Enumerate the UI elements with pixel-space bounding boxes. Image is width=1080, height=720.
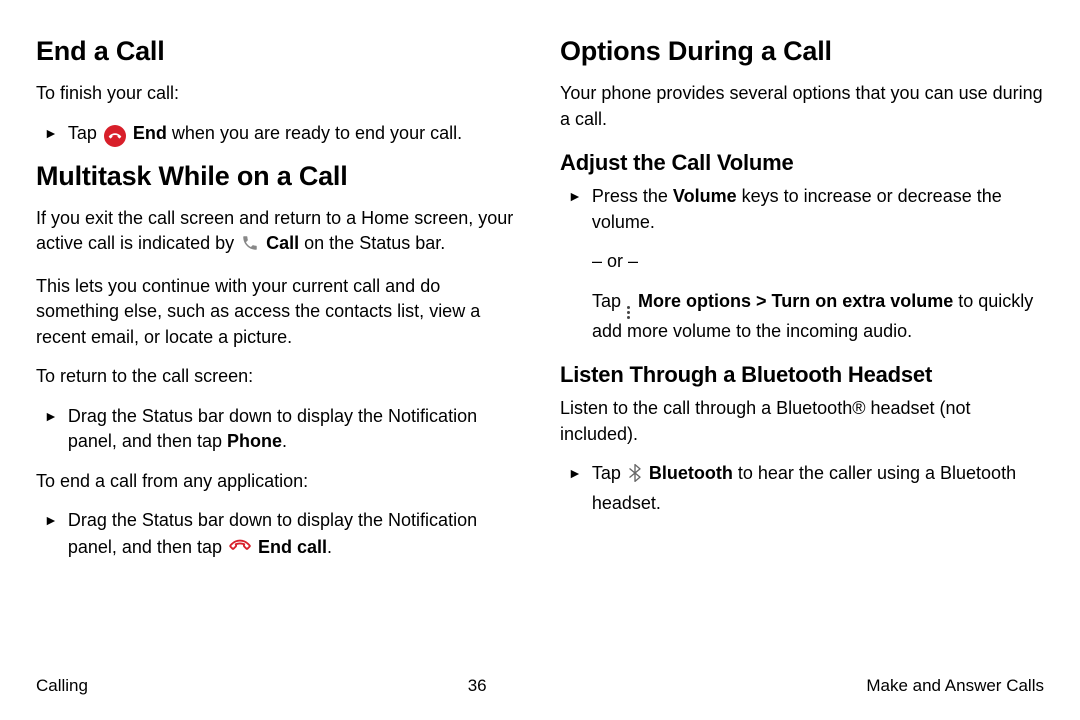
text: when you are ready to end your call. <box>167 123 462 143</box>
heading-end-a-call: End a Call <box>36 36 520 67</box>
text: . <box>282 431 287 451</box>
bullet-content: Tap End when you are ready to end your c… <box>68 121 520 147</box>
text-bluetooth-intro: Listen to the call through a Bluetooth® … <box>560 396 1044 447</box>
bullet-return: ► Drag the Status bar down to display th… <box>36 404 520 455</box>
bullet-volume-keys: ► Press the Volume keys to increase or d… <box>560 184 1044 235</box>
bullet-marker-icon: ► <box>44 404 58 455</box>
bullet-marker-icon: ► <box>568 461 582 516</box>
bullet-marker-icon: ► <box>44 508 58 563</box>
heading-bluetooth: Listen Through a Bluetooth Headset <box>560 362 1044 388</box>
footer-section: Calling <box>36 676 88 696</box>
text-multitask-2: This lets you continue with your current… <box>36 274 520 351</box>
bluetooth-icon <box>628 463 642 491</box>
text: Tap <box>68 123 102 143</box>
bullet-marker-icon: ► <box>568 184 582 235</box>
text: . <box>327 537 332 557</box>
heading-multitask: Multitask While on a Call <box>36 161 520 192</box>
text: on the Status bar. <box>299 233 445 253</box>
text-or: – or – <box>560 249 1044 275</box>
bullet-marker-icon: ► <box>44 121 58 147</box>
bullet-bluetooth: ► Tap Bluetooth to hear the caller using… <box>560 461 1044 516</box>
footer-page-number: 36 <box>468 676 487 696</box>
phone-icon <box>241 234 259 260</box>
text-bold: Volume <box>673 186 737 206</box>
bullet-content: Drag the Status bar down to display the … <box>68 508 520 563</box>
text-bold: More options > Turn on extra volume <box>638 291 953 311</box>
bullet-content: Tap Bluetooth to hear the caller using a… <box>592 461 1044 516</box>
end-call-outline-icon <box>229 534 251 564</box>
text-bold: Call <box>266 233 299 253</box>
text-finish-call: To finish your call: <box>36 81 520 107</box>
text: Tap <box>592 463 626 483</box>
bullet-tap-end: ► Tap End when you are ready to end your… <box>36 121 520 147</box>
page-footer: Calling 36 Make and Answer Calls <box>36 676 1044 696</box>
text-bold: End <box>133 123 167 143</box>
text-endany-label: To end a call from any application: <box>36 469 520 495</box>
left-column: End a Call To finish your call: ► Tap En… <box>36 36 520 656</box>
heading-options: Options During a Call <box>560 36 1044 67</box>
footer-chapter: Make and Answer Calls <box>866 676 1044 696</box>
text-return-label: To return to the call screen: <box>36 364 520 390</box>
text-bold: End call <box>258 537 327 557</box>
bullet-content: Press the Volume keys to increase or dec… <box>592 184 1044 235</box>
content-columns: End a Call To finish your call: ► Tap En… <box>36 36 1044 656</box>
right-column: Options During a Call Your phone provide… <box>560 36 1044 656</box>
text-multitask-1: If you exit the call screen and return t… <box>36 206 520 260</box>
text: Press the <box>592 186 673 206</box>
bullet-content: Drag the Status bar down to display the … <box>68 404 520 455</box>
bullet-endany: ► Drag the Status bar down to display th… <box>36 508 520 563</box>
text-bold: Bluetooth <box>649 463 733 483</box>
text: Tap <box>592 291 626 311</box>
text-bold: Phone <box>227 431 282 451</box>
text-options-intro: Your phone provides several options that… <box>560 81 1044 132</box>
end-call-icon <box>104 125 126 147</box>
text-more-options: Tap More options > Turn on extra volume … <box>560 289 1044 345</box>
heading-adjust-volume: Adjust the Call Volume <box>560 150 1044 176</box>
more-options-icon <box>627 306 630 319</box>
